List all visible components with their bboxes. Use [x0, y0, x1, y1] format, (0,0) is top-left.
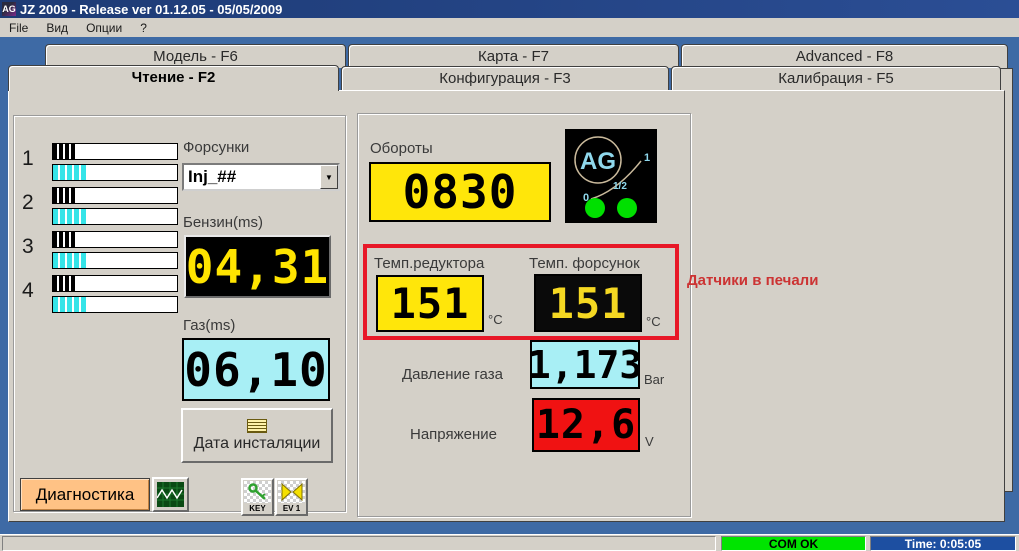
green-indicator-led: [585, 198, 605, 218]
gas-injection-bar: [52, 296, 178, 313]
diagnostics-button[interactable]: Диагностика: [20, 478, 150, 511]
fuel-level-gauge: AG 0 1/2 1: [565, 129, 657, 223]
oscilloscope-button[interactable]: [152, 477, 189, 512]
menu-help[interactable]: ?: [131, 18, 156, 37]
ev1-button-label: EV 1: [283, 504, 300, 513]
reducer-temp-display: 151: [376, 275, 484, 332]
tab-map-f7[interactable]: Карта - F7: [348, 44, 679, 68]
injector-select-value: Inj_##: [184, 165, 320, 189]
injector-temp-label: Темп. форсунок: [529, 255, 640, 272]
voltage-display: 12,6: [532, 398, 640, 452]
tab-configuration-f3[interactable]: Конфигурация - F3: [341, 66, 669, 90]
com-status-segment: COM OK: [721, 536, 866, 551]
injectors-select-label: Форсунки: [183, 139, 249, 156]
gas-ms-label: Газ(ms): [183, 317, 235, 334]
injector-number: 2: [22, 191, 44, 215]
gas-injection-bar: [52, 208, 178, 225]
petrol-bar-fill: [53, 276, 77, 291]
green-indicator-led: [617, 198, 637, 218]
injector-row: 4: [22, 275, 174, 313]
voltage-unit: V: [645, 434, 654, 449]
gas-bar-fill: [53, 297, 88, 312]
chevron-down-icon[interactable]: ▼: [320, 165, 338, 189]
injector-row: 3: [22, 231, 174, 269]
gauge-tick-1: 1: [644, 152, 650, 164]
oscilloscope-icon: [157, 482, 184, 507]
sensors-annotation-text: Датчики в печали: [687, 272, 818, 289]
injector-number: 4: [22, 279, 44, 303]
injector-temp-display: 151: [534, 274, 642, 332]
window-title: JZ 2009 - Release ver 01.12.05 - 05/05/2…: [20, 2, 282, 17]
gas-pressure-display: 1,173: [530, 340, 640, 389]
petrol-injection-bar: [52, 275, 178, 292]
petrol-bar-fill: [53, 144, 77, 159]
tab-reading-f2[interactable]: Чтение - F2: [8, 65, 339, 91]
voltage-label: Напряжение: [410, 426, 497, 443]
reducer-temp-label: Темп.редуктора: [374, 255, 484, 272]
petrol-injection-bar: [52, 231, 178, 248]
petrol-ms-label: Бензин(ms): [183, 214, 263, 231]
petrol-injection-bar: [52, 187, 178, 204]
menu-file[interactable]: File: [0, 18, 37, 37]
menu-options[interactable]: Опции: [77, 18, 131, 37]
status-bar: COM OK Time: 0:05:05: [0, 534, 1019, 551]
title-bar: AG JZ 2009 - Release ver 01.12.05 - 05/0…: [0, 0, 1019, 18]
injector-row: 2: [22, 187, 174, 225]
menu-bar: File Вид Опции ?: [0, 18, 1019, 37]
gas-pressure-unit: Bar: [644, 372, 664, 387]
status-empty-segment: [2, 536, 716, 551]
install-date-button[interactable]: Дата инсталяции: [181, 408, 333, 463]
injector-select[interactable]: Inj_## ▼: [182, 163, 340, 191]
petrol-injection-bar: [52, 143, 178, 160]
key-button[interactable]: KEY: [241, 478, 274, 516]
gas-injection-bar: [52, 164, 178, 181]
gas-bar-fill: [53, 165, 88, 180]
injectors-group: 1 2 3 4 Форсун: [13, 115, 346, 512]
injector-temp-unit: °C: [646, 314, 661, 329]
install-date-button-label: Дата инсталяции: [194, 435, 321, 453]
injector-row: 1: [22, 143, 174, 181]
time-segment: Time: 0:05:05: [870, 536, 1016, 551]
petrol-ms-display: 04,31: [184, 235, 331, 298]
app-icon: AG: [2, 2, 16, 16]
ev1-valve-button[interactable]: EV 1: [275, 478, 308, 516]
note-icon: [247, 419, 267, 433]
reducer-temp-unit: °C: [488, 312, 503, 327]
injector-number: 3: [22, 235, 44, 259]
petrol-bar-fill: [53, 232, 77, 247]
reading-tab-page: 1 2 3 4 Форсун: [8, 90, 1005, 522]
tab-advanced-f8[interactable]: Advanced - F8: [681, 44, 1008, 68]
rpm-display: 0830: [369, 162, 551, 222]
tab-calibration-f5[interactable]: Калибрация - F5: [671, 66, 1001, 90]
gas-bar-fill: [53, 253, 88, 268]
petrol-bar-fill: [53, 188, 77, 203]
gauge-tick-half: 1/2: [613, 181, 627, 192]
menu-view[interactable]: Вид: [37, 18, 77, 37]
injector-number: 1: [22, 147, 44, 171]
rpm-label: Обороты: [370, 140, 433, 157]
key-button-label: KEY: [249, 504, 265, 513]
diagnostics-button-label: Диагностика: [36, 485, 135, 505]
valve-icon: [281, 483, 303, 501]
gas-bar-fill: [53, 209, 88, 224]
gauge-logo: AG: [580, 148, 616, 175]
key-icon: [247, 482, 269, 502]
gas-injection-bar: [52, 252, 178, 269]
gas-pressure-label: Давление газа: [402, 366, 503, 383]
gas-ms-display: 06,10: [182, 338, 330, 401]
sensors-group: Обороты 0830 AG 0 1/2 1 Темп.редуктора 1…: [357, 113, 691, 517]
